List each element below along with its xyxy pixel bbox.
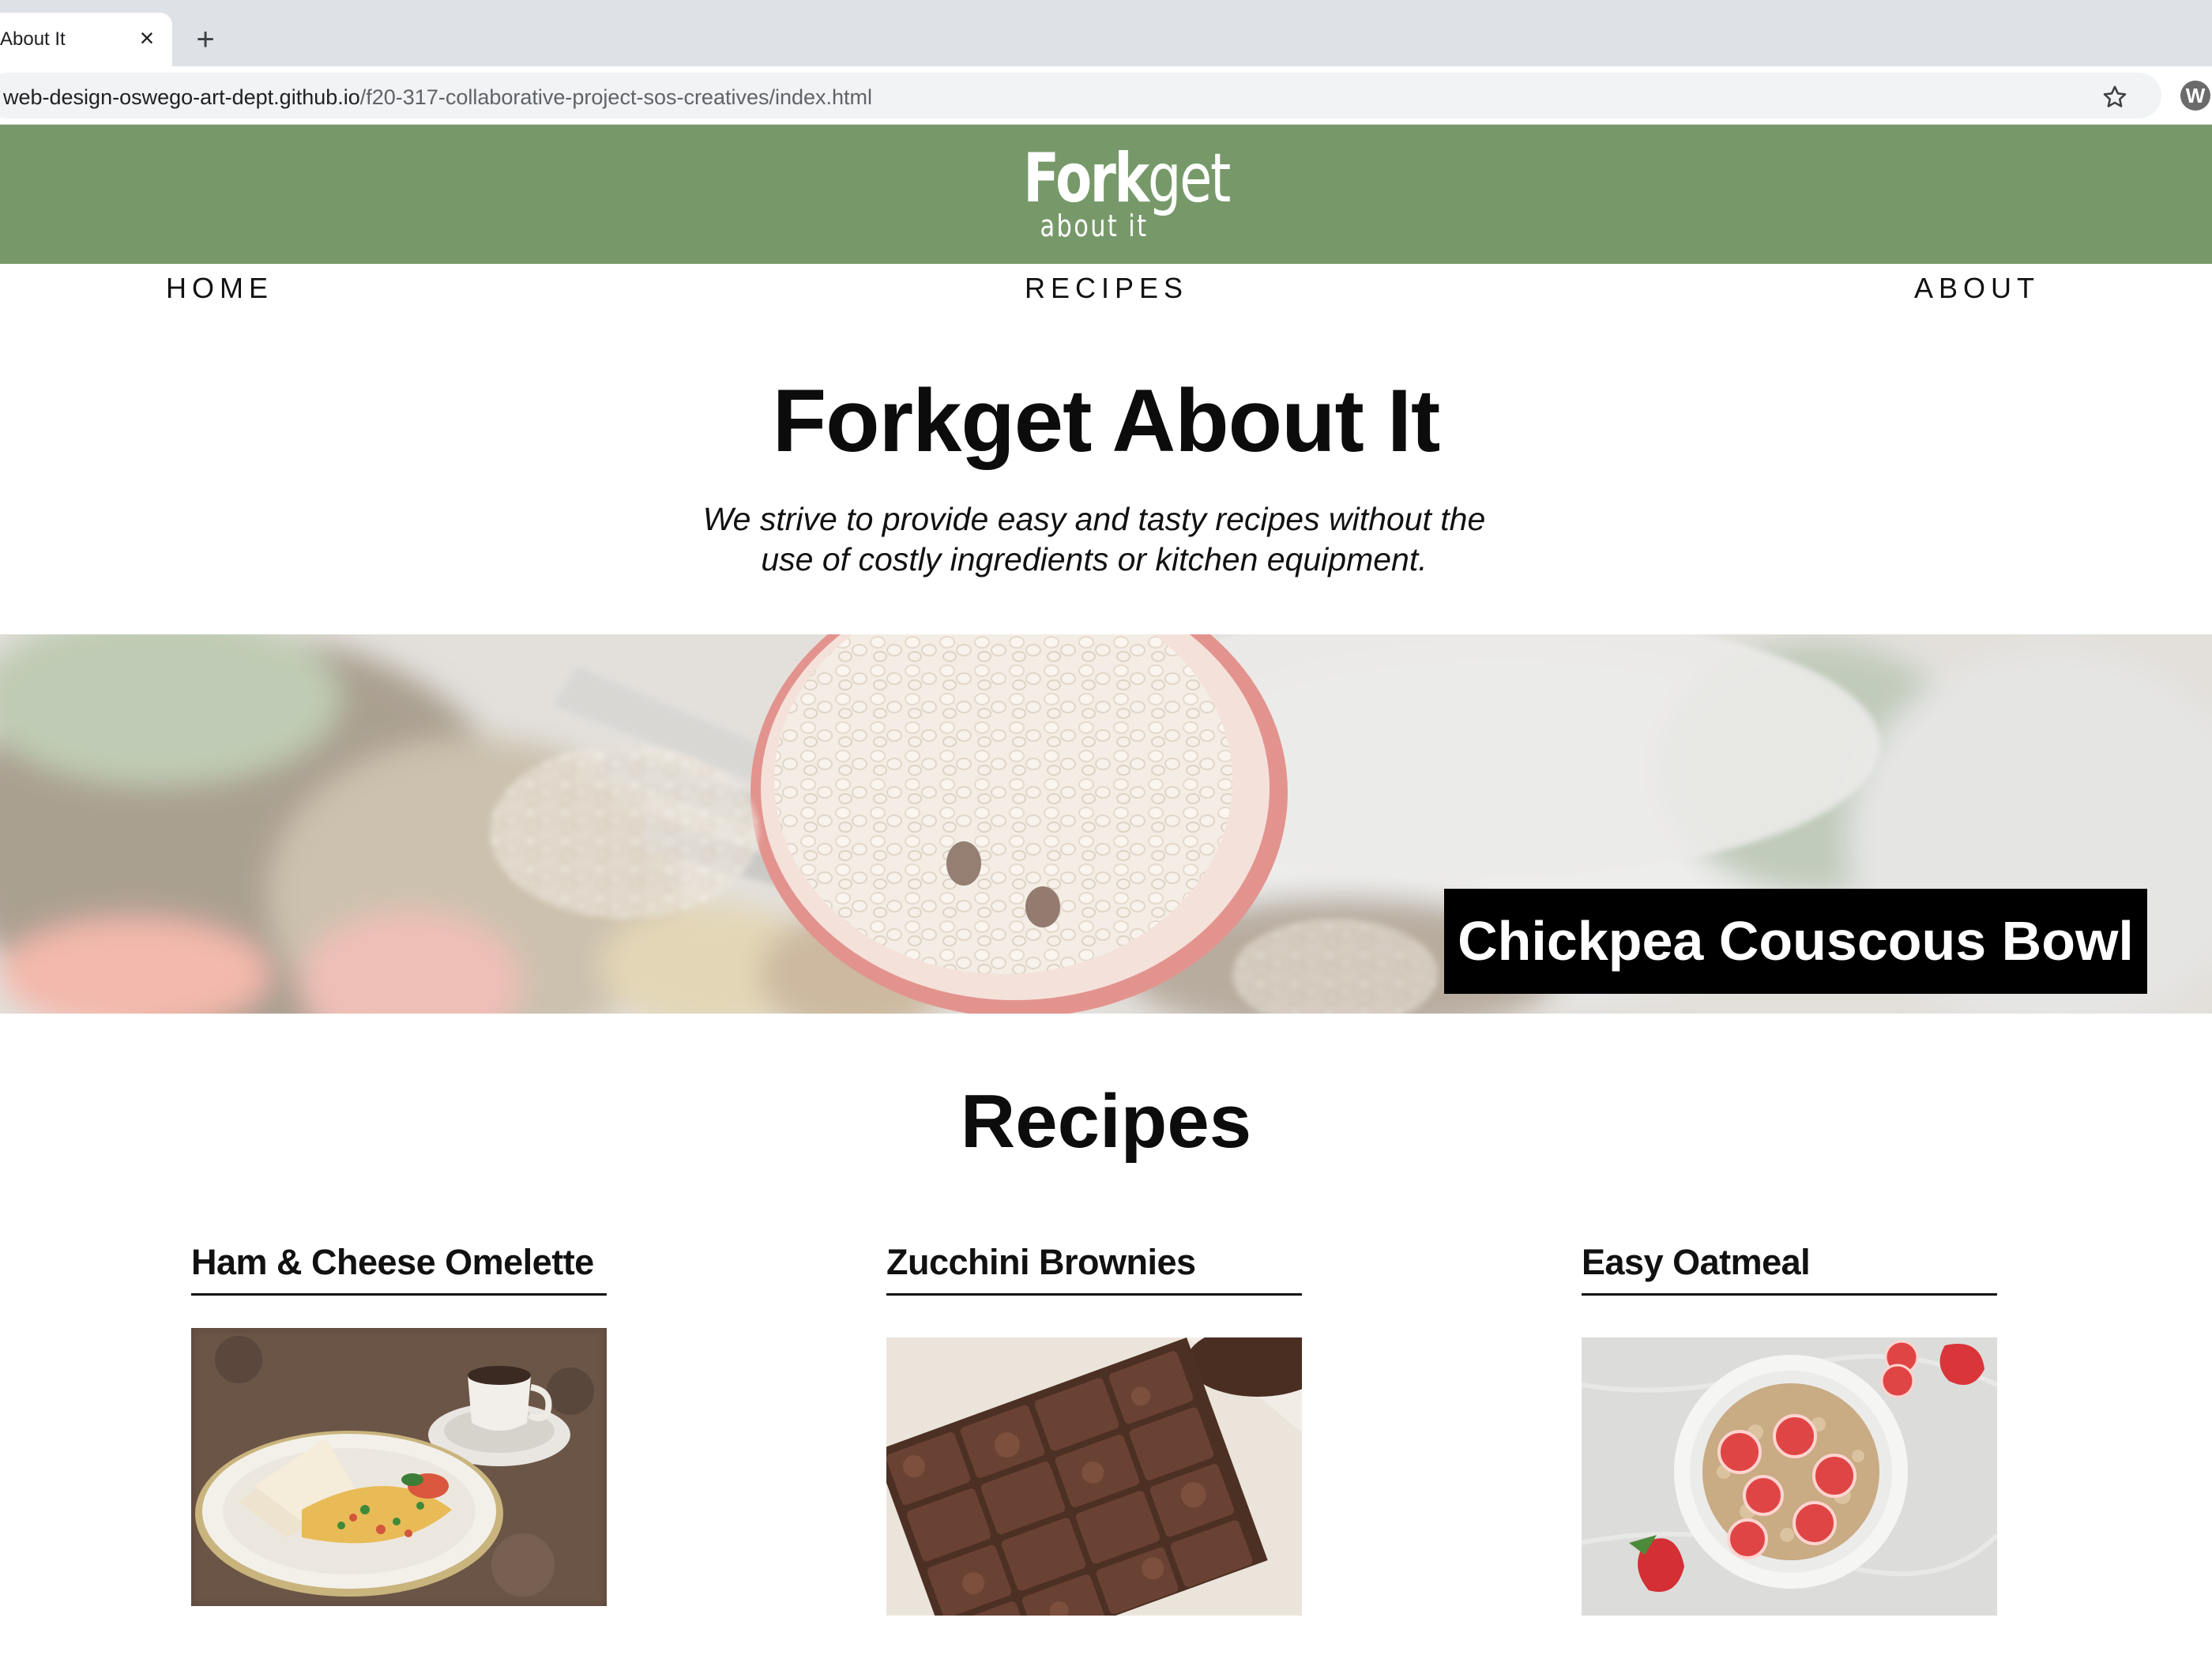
recipe-card[interactable]: Zucchini Brownies [886,1236,1302,1616]
tab-title: About It [0,28,66,50]
url-text[interactable]: web-design-oswego-art-dept.github.io/f20… [3,85,872,109]
brownies-image[interactable] [886,1337,1302,1616]
page-title: Forkget About It [772,371,1441,470]
address-bar[interactable]: web-design-oswego-art-dept.github.io/f20… [0,73,2161,118]
new-tab-button[interactable]: + [188,22,223,57]
nav-home-link[interactable]: HOME [166,272,273,305]
browser-toolbar: web-design-oswego-art-dept.github.io/f20… [0,66,2212,125]
recipe-card-title[interactable]: Easy Oatmeal [1582,1236,1997,1296]
recipes-section-title: Recipes [960,1079,1252,1164]
site-header: Forkget about it [0,125,2212,264]
url-host: web-design-oswego-art-dept.github.io [3,85,360,109]
banner-caption[interactable]: Chickpea Couscous Bowl [1444,889,2147,994]
browser-tab[interactable]: About It × [0,13,172,66]
logo-subtitle: about it [1040,209,1149,243]
recipe-card[interactable]: Easy Oatmeal [1582,1236,1997,1616]
logo-part-1: Fork [1023,139,1149,218]
url-path: /f20-317-collaborative-project-sos-creat… [359,85,873,109]
recipe-card-title[interactable]: Ham & Cheese Omelette [191,1236,607,1296]
site-logo[interactable]: Forkget about it [1003,139,1231,253]
logo-part-2: get [1147,139,1231,218]
logo-wordmark: Forkget [1023,139,1231,218]
oatmeal-image[interactable] [1582,1337,1997,1616]
nav-recipes-link[interactable]: RECIPES [1025,272,1188,305]
recipe-card-title[interactable]: Zucchini Brownies [886,1236,1302,1296]
recipe-card[interactable]: Ham & Cheese Omelette [191,1236,607,1606]
main-nav: HOME RECIPES ABOUT [0,264,2212,319]
nav-about-link[interactable]: ABOUT [1914,272,2040,305]
bookmark-star-icon[interactable] [2101,84,2128,111]
browser-tabstrip: About It × + [0,0,2212,66]
close-icon[interactable]: × [133,24,161,52]
omelette-image[interactable] [191,1328,607,1606]
extension-icon[interactable]: W [2180,81,2210,111]
hero-tagline: We strive to provide easy and tasty reci… [702,501,1486,577]
